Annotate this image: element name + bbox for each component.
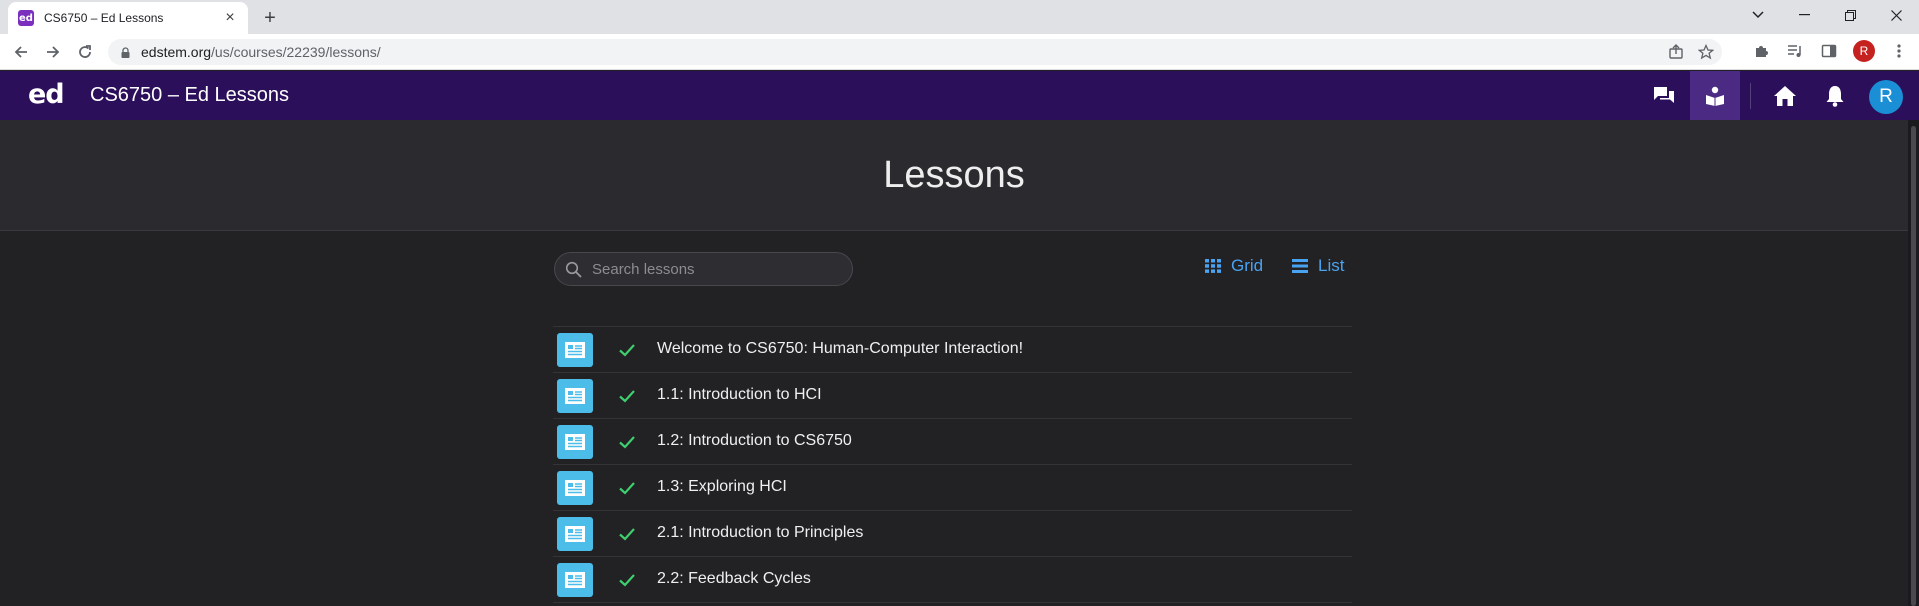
document-icon — [557, 333, 593, 367]
app-header: ed CS6750 – Ed Lessons R — [0, 71, 1919, 120]
tab-close-icon[interactable]: × — [222, 10, 238, 26]
document-icon — [557, 425, 593, 459]
grid-icon — [1205, 259, 1221, 273]
grid-view-toggle[interactable]: Grid — [1205, 256, 1263, 276]
lesson-row[interactable]: 2.1: Introduction to Principles — [553, 511, 1352, 557]
lesson-title: 2.2: Feedback Cycles — [657, 570, 811, 587]
extensions-puzzle-icon[interactable] — [1751, 41, 1771, 61]
lesson-title: 2.1: Introduction to Principles — [657, 524, 864, 541]
scrollbar-thumb[interactable] — [1911, 126, 1916, 606]
media-controls-icon[interactable] — [1785, 41, 1805, 61]
tab-title: CS6750 – Ed Lessons — [44, 11, 164, 25]
lock-icon — [121, 46, 130, 58]
page-title: Lessons — [883, 154, 1025, 196]
bookmark-star-icon[interactable] — [1697, 43, 1715, 63]
search-icon — [565, 261, 582, 278]
browser-profile-avatar[interactable]: R — [1853, 40, 1875, 62]
ed-logo[interactable]: ed — [28, 79, 65, 110]
window-controls — [1735, 0, 1919, 30]
lessons-book-icon[interactable] — [1690, 71, 1740, 120]
lesson-row[interactable]: 1.1: Introduction to HCI — [553, 373, 1352, 419]
close-window-button[interactable] — [1873, 0, 1919, 30]
share-icon[interactable] — [1668, 44, 1684, 63]
url-path: /us/courses/22239/lessons/ — [211, 44, 381, 60]
document-icon — [557, 379, 593, 413]
url-host: edstem.org — [141, 44, 212, 60]
completed-check-icon — [619, 574, 635, 587]
browser-toolbar: edstem.org/us/courses/22239/lessons/ — [0, 34, 1919, 70]
lesson-title: 1.1: Introduction to HCI — [657, 386, 822, 403]
completed-check-icon — [619, 344, 635, 357]
lesson-row[interactable]: 1.2: Introduction to CS6750 — [553, 419, 1352, 465]
browser-tab[interactable]: ed CS6750 – Ed Lessons × — [8, 2, 248, 34]
tab-search-chevron-icon[interactable] — [1735, 0, 1781, 30]
lesson-row[interactable]: 1.3: Exploring HCI — [553, 465, 1352, 511]
list-icon — [1292, 259, 1308, 273]
search-box[interactable] — [554, 252, 853, 286]
completed-check-icon — [619, 436, 635, 449]
header-divider — [1750, 83, 1751, 109]
user-avatar[interactable]: R — [1869, 80, 1903, 114]
document-icon — [557, 471, 593, 505]
browser-extension-area: R — [1751, 40, 1909, 62]
restore-button[interactable] — [1827, 0, 1873, 30]
home-icon[interactable] — [1760, 71, 1810, 120]
browser-tab-strip: ed CS6750 – Ed Lessons × + — [0, 0, 1919, 34]
side-panel-icon[interactable] — [1819, 41, 1839, 61]
lesson-title: 1.2: Introduction to CS6750 — [657, 432, 852, 449]
notifications-bell-icon[interactable] — [1810, 71, 1860, 120]
completed-check-icon — [619, 482, 635, 495]
document-icon — [557, 563, 593, 597]
page-scrollbar[interactable] — [1908, 120, 1919, 606]
lesson-list: Welcome to CS6750: Human-Computer Intera… — [553, 326, 1352, 603]
completed-check-icon — [619, 390, 635, 403]
ed-favicon-icon: ed — [18, 10, 34, 26]
document-icon — [557, 517, 593, 551]
reload-icon[interactable] — [72, 39, 98, 65]
lesson-title: Welcome to CS6750: Human-Computer Intera… — [657, 340, 1024, 357]
forward-arrow-icon[interactable] — [40, 39, 66, 65]
minimize-button[interactable] — [1781, 0, 1827, 30]
address-bar[interactable]: edstem.org/us/courses/22239/lessons/ — [108, 39, 1722, 65]
browser-menu-icon[interactable] — [1889, 41, 1909, 61]
list-view-label: List — [1318, 256, 1345, 275]
search-input[interactable] — [592, 260, 832, 278]
lessons-content: Grid List Welcome to CS6750: Human-Compu… — [0, 232, 1908, 606]
completed-check-icon — [619, 528, 635, 541]
list-view-toggle[interactable]: List — [1292, 256, 1344, 276]
discussion-icon[interactable] — [1639, 71, 1689, 120]
lesson-row[interactable]: Welcome to CS6750: Human-Computer Intera… — [553, 327, 1352, 373]
lesson-row[interactable]: 2.2: Feedback Cycles — [553, 557, 1352, 603]
lessons-header-band: Lessons — [0, 120, 1908, 231]
back-arrow-icon[interactable] — [8, 39, 34, 65]
new-tab-button[interactable]: + — [258, 6, 282, 30]
grid-view-label: Grid — [1231, 256, 1264, 275]
course-title: CS6750 – Ed Lessons — [90, 84, 290, 106]
lesson-title: 1.3: Exploring HCI — [657, 478, 787, 495]
